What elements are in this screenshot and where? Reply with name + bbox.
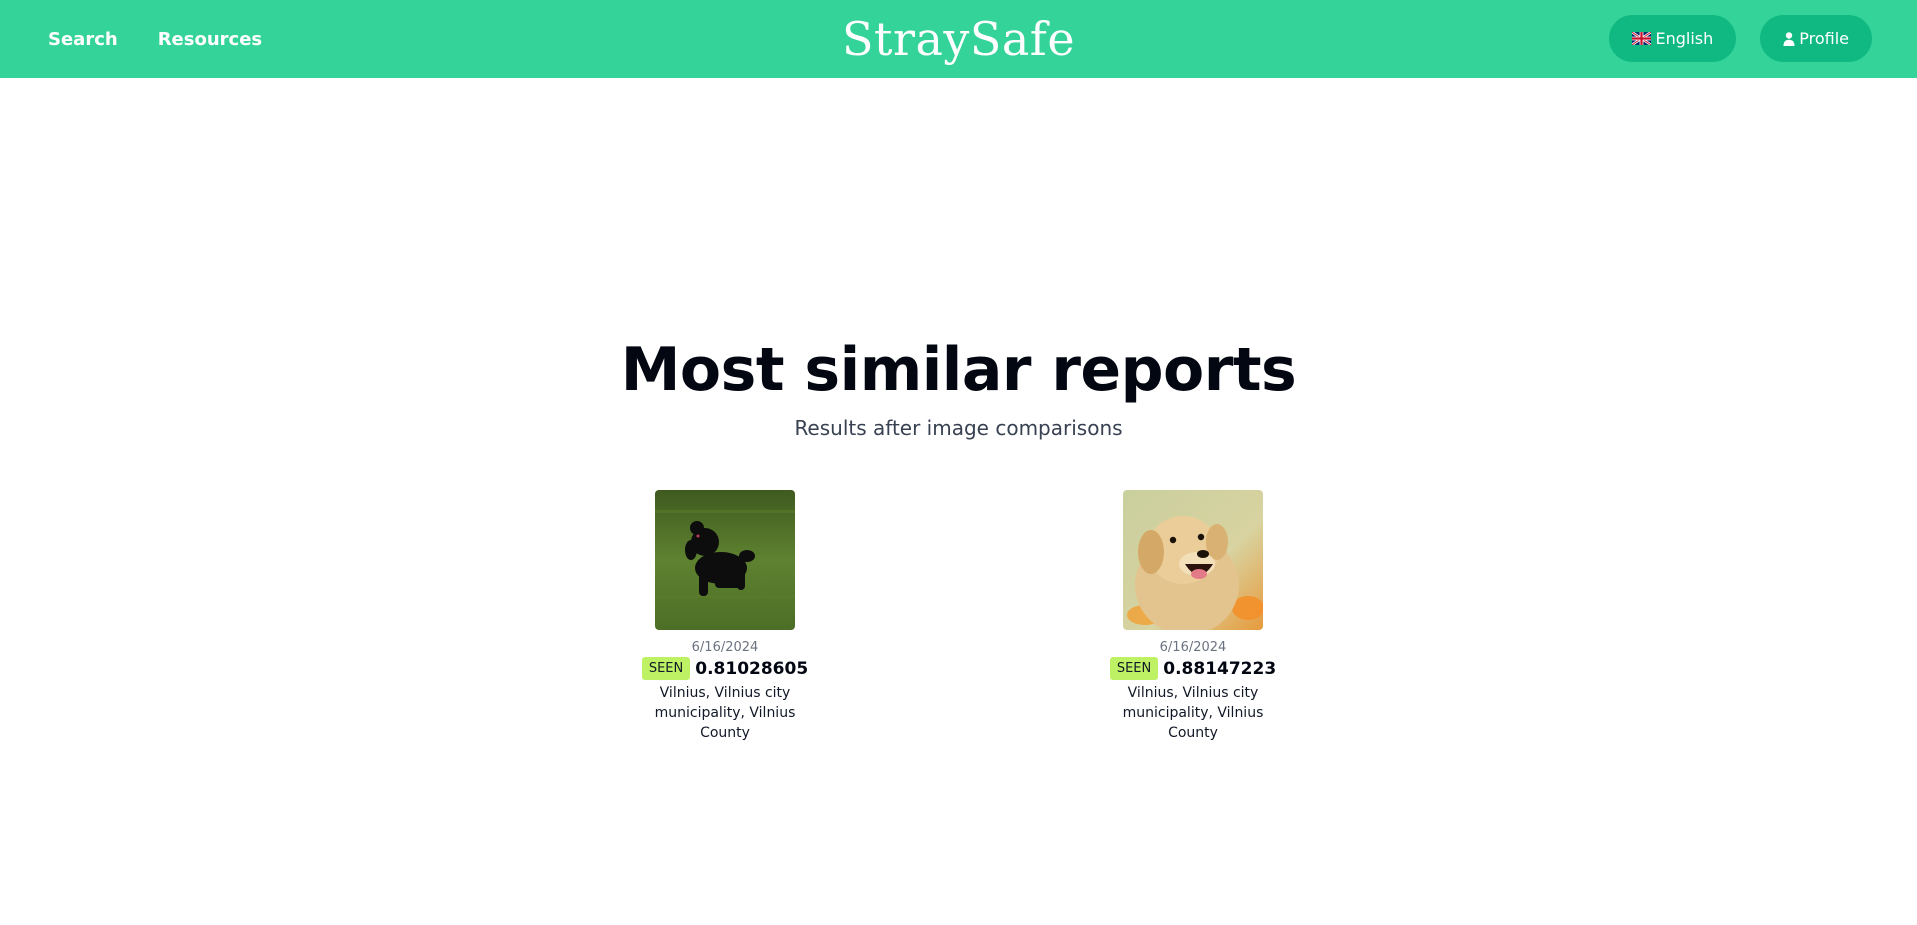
report-location: Vilnius, Vilnius city municipality, Viln… bbox=[654, 685, 796, 741]
result-card[interactable]: 6/16/2024 SEEN 0.81028605 Vilnius, Vilni… bbox=[641, 490, 809, 743]
language-button[interactable]: English bbox=[1609, 15, 1737, 62]
score-row: SEEN 0.81028605 bbox=[641, 657, 809, 680]
score-row: SEEN 0.88147223 bbox=[1109, 657, 1277, 680]
similarity-score: 0.81028605 bbox=[695, 658, 809, 679]
report-location: Vilnius, Vilnius city municipality, Viln… bbox=[1122, 685, 1264, 741]
brand-logo[interactable]: StraySafe bbox=[842, 12, 1075, 66]
dog-photo[interactable] bbox=[1123, 490, 1263, 630]
language-label: English bbox=[1655, 29, 1714, 48]
top-navbar: Search Resources StraySafe English Profi… bbox=[0, 0, 1917, 78]
nav-link-search[interactable]: Search bbox=[48, 29, 118, 50]
status-badge: SEEN bbox=[1109, 657, 1159, 680]
result-card[interactable]: 6/16/2024 SEEN 0.88147223 Vilnius, Vilni… bbox=[1109, 490, 1277, 743]
page-subtitle: Results after image comparisons bbox=[794, 416, 1123, 440]
uk-flag-icon bbox=[1632, 32, 1652, 45]
dog-photo[interactable] bbox=[655, 490, 795, 630]
status-badge: SEEN bbox=[641, 657, 691, 680]
nav-link-resources[interactable]: Resources bbox=[158, 29, 262, 50]
report-date: 6/16/2024 bbox=[1159, 640, 1227, 655]
nav-actions: English Profile bbox=[1609, 15, 1872, 62]
report-date: 6/16/2024 bbox=[691, 640, 759, 655]
nav-links: Search Resources bbox=[48, 0, 262, 78]
profile-label: Profile bbox=[1799, 29, 1849, 48]
results-heading: Most similar reports Results after image… bbox=[0, 330, 1917, 440]
profile-button[interactable]: Profile bbox=[1760, 15, 1872, 62]
person-icon bbox=[1783, 31, 1795, 46]
similarity-score: 0.88147223 bbox=[1163, 658, 1277, 679]
page-title: Most similar reports bbox=[620, 335, 1297, 405]
